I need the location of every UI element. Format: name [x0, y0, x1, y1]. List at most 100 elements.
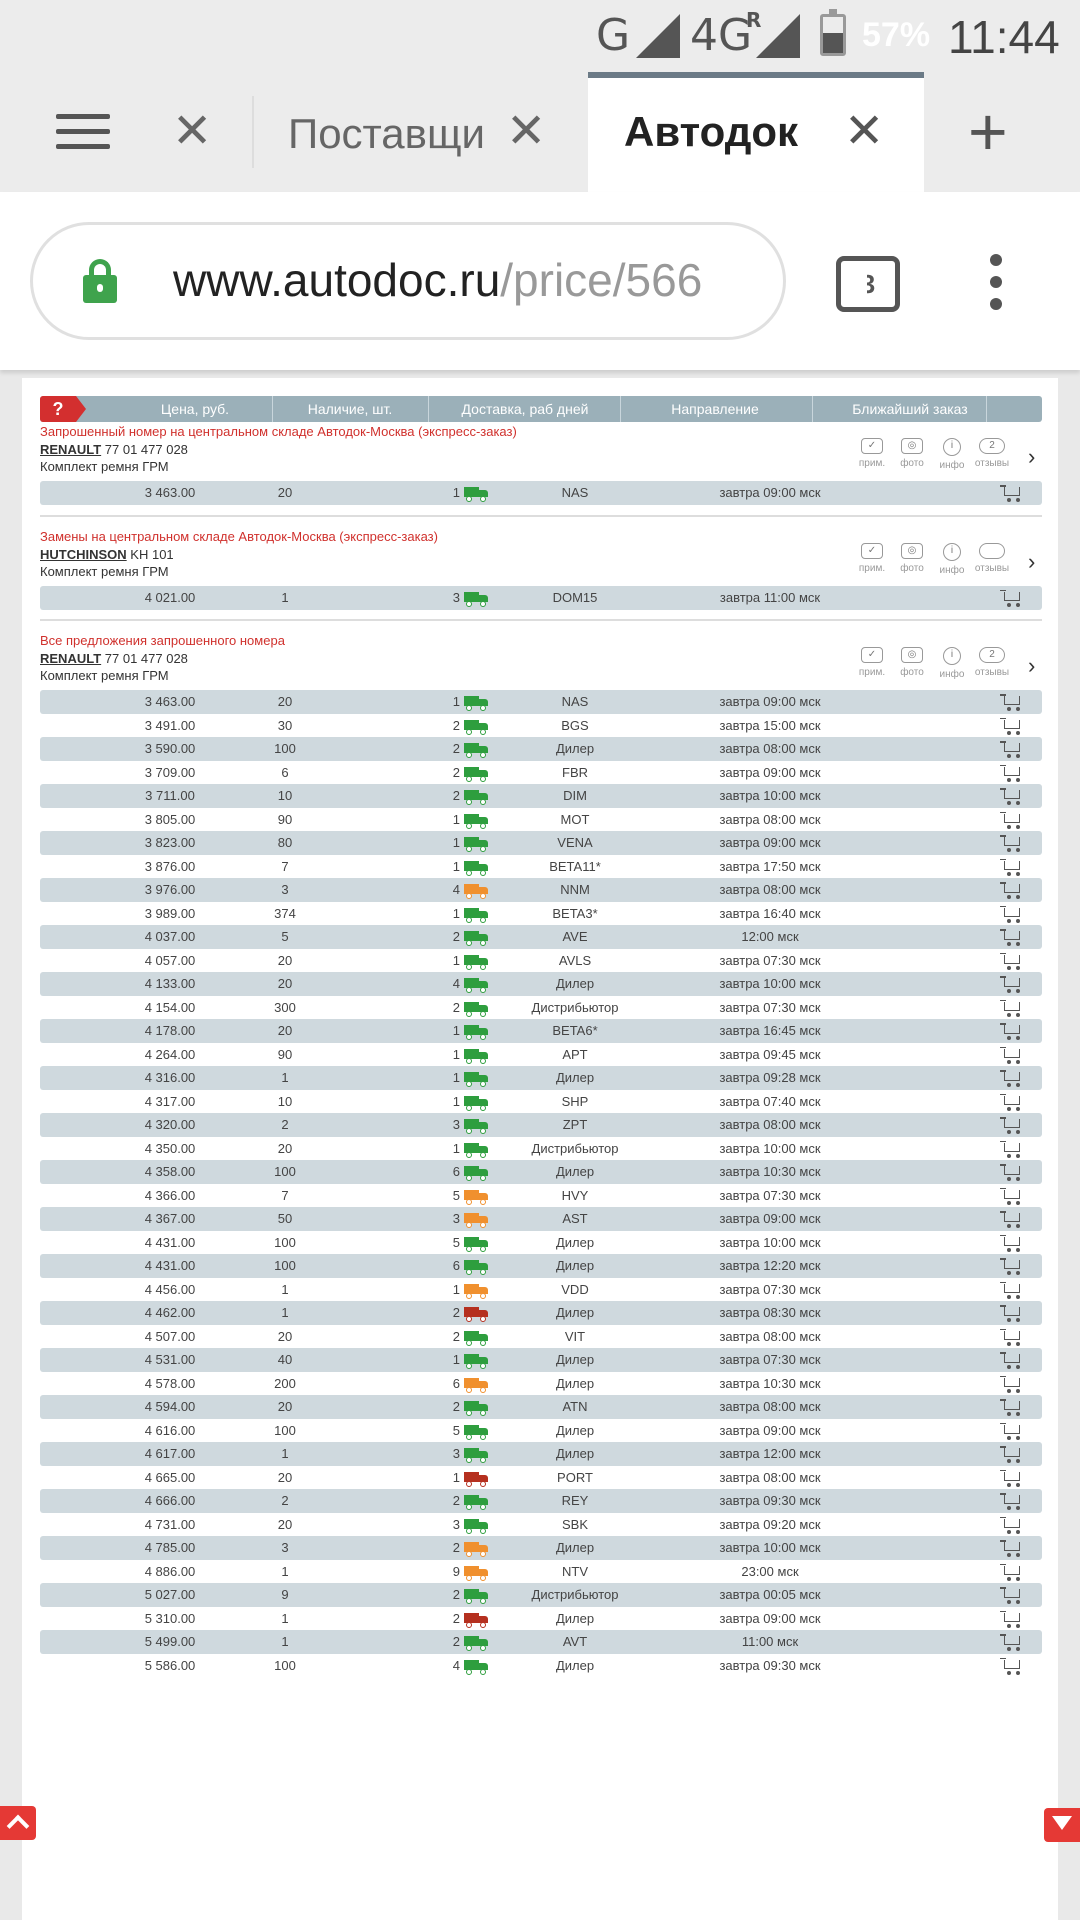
- add-to-cart-icon[interactable]: [1000, 1609, 1024, 1629]
- part-header[interactable]: RENAULT 77 01 477 028: [40, 442, 188, 457]
- add-to-cart-icon[interactable]: [1000, 1233, 1024, 1253]
- brand-name[interactable]: RENAULT: [40, 442, 101, 457]
- add-to-cart-icon[interactable]: [1000, 1280, 1024, 1300]
- table-row[interactable]: 3 711.00 10 2 DIM завтра 10:00 мск: [40, 784, 1042, 808]
- add-to-cart-icon[interactable]: [1000, 786, 1024, 806]
- add-to-cart-icon[interactable]: [1000, 1491, 1024, 1511]
- more-options-icon[interactable]: [990, 254, 1002, 310]
- table-row[interactable]: 4 665.00 20 1 PORT завтра 08:00 мск: [40, 1466, 1042, 1490]
- add-to-cart-icon[interactable]: [1000, 951, 1024, 971]
- photo-icon[interactable]: ◎ фото: [892, 542, 932, 574]
- info-icon[interactable]: i инфо: [932, 438, 972, 471]
- table-row[interactable]: 4 057.00 20 1 AVLS завтра 07:30 мск: [40, 949, 1042, 973]
- add-to-cart-icon[interactable]: [1000, 1468, 1024, 1488]
- table-row[interactable]: 4 617.00 1 3 Дилер завтра 12:00 мск: [40, 1442, 1042, 1466]
- column-delivery[interactable]: Доставка, раб дней: [430, 401, 620, 417]
- filter-button[interactable]: [1044, 1808, 1080, 1842]
- add-to-cart-icon[interactable]: [1000, 1421, 1024, 1441]
- add-to-cart-icon[interactable]: [1000, 1045, 1024, 1065]
- info-icon[interactable]: i инфо: [932, 542, 972, 576]
- add-to-cart-icon[interactable]: [1000, 998, 1024, 1018]
- reviews-icon[interactable]: 2 отзывы: [972, 438, 1012, 469]
- add-to-cart-icon[interactable]: [1000, 1327, 1024, 1347]
- add-to-cart-icon[interactable]: [1000, 1538, 1024, 1558]
- table-row[interactable]: 5 027.00 9 2 Дистрибьютор завтра 00:05 мск: [40, 1583, 1042, 1607]
- add-to-cart-icon[interactable]: [1000, 1162, 1024, 1182]
- table-row[interactable]: 4 358.00 100 6 Дилер завтра 10:30 мск: [40, 1160, 1042, 1184]
- reviews-icon[interactable]: отзывы: [972, 542, 1012, 574]
- table-row[interactable]: 4 431.00 100 5 Дилер завтра 10:00 мск: [40, 1231, 1042, 1255]
- add-to-cart-icon[interactable]: [1000, 1186, 1024, 1206]
- table-row[interactable]: 3 823.00 80 1 VENA завтра 09:00 мск: [40, 831, 1042, 855]
- reviews-icon[interactable]: 2 отзывы: [972, 647, 1012, 678]
- table-row[interactable]: 4 456.00 1 1 VDD завтра 07:30 мск: [40, 1278, 1042, 1302]
- expand-arrow-icon[interactable]: ›: [1028, 444, 1035, 470]
- add-to-cart-icon[interactable]: [1000, 1139, 1024, 1159]
- add-to-cart-icon[interactable]: [1000, 1021, 1024, 1041]
- add-to-cart-icon[interactable]: [1000, 1585, 1024, 1605]
- brand-name[interactable]: RENAULT: [40, 651, 101, 666]
- part-header[interactable]: RENAULT 77 01 477 028: [40, 651, 188, 666]
- add-to-cart-icon[interactable]: [1000, 1515, 1024, 1535]
- table-row[interactable]: 5 499.00 1 2 AVT 11:00 мск: [40, 1630, 1042, 1654]
- add-to-cart-icon[interactable]: [1000, 483, 1024, 503]
- add-to-cart-icon[interactable]: [1000, 1209, 1024, 1229]
- table-row[interactable]: 4 320.00 2 3 ZPT завтра 08:00 мск: [40, 1113, 1042, 1137]
- note-icon[interactable]: ✓ прим.: [852, 438, 892, 469]
- expand-arrow-icon[interactable]: ›: [1028, 653, 1035, 679]
- add-to-cart-icon[interactable]: [1000, 833, 1024, 853]
- table-row[interactable]: 3 709.00 6 2 FBR завтра 09:00 мск: [40, 761, 1042, 785]
- column-stock[interactable]: Наличие, шт.: [280, 401, 420, 417]
- table-row[interactable]: 3 805.00 90 1 MOT завтра 08:00 мск: [40, 808, 1042, 832]
- add-to-cart-icon[interactable]: [1000, 927, 1024, 947]
- brand-name[interactable]: HUTCHINSON: [40, 547, 127, 562]
- add-to-cart-icon[interactable]: [1000, 1350, 1024, 1370]
- table-row[interactable]: 4 367.00 50 3 AST завтра 09:00 мск: [40, 1207, 1042, 1231]
- add-to-cart-icon[interactable]: [1000, 716, 1024, 736]
- lock-icon[interactable]: [83, 259, 117, 303]
- table-row[interactable]: 4 666.00 2 2 REY завтра 09:30 мск: [40, 1489, 1042, 1513]
- hamburger-menu-icon[interactable]: [56, 114, 110, 150]
- add-to-cart-icon[interactable]: [1000, 1068, 1024, 1088]
- table-row[interactable]: 5 310.00 1 2 Дилер завтра 09:00 мск: [40, 1607, 1042, 1631]
- add-to-cart-icon[interactable]: [1000, 763, 1024, 783]
- table-row[interactable]: 4 462.00 1 2 Дилер завтра 08:30 мск: [40, 1301, 1042, 1325]
- address-bar[interactable]: www.autodoc.ru/price/566: [30, 222, 786, 340]
- add-to-cart-icon[interactable]: [1000, 588, 1024, 608]
- tab-switcher-button[interactable]: 3: [836, 256, 900, 312]
- table-row[interactable]: 3 989.00 374 1 BETA3* завтра 16:40 мск: [40, 902, 1042, 926]
- column-nearest-order[interactable]: Ближайший заказ: [810, 401, 1010, 417]
- add-to-cart-icon[interactable]: [1000, 1656, 1024, 1676]
- table-row[interactable]: 4 507.00 20 2 VIT завтра 08:00 мск: [40, 1325, 1042, 1349]
- close-tab-icon[interactable]: ✕: [506, 102, 546, 162]
- add-to-cart-icon[interactable]: [1000, 1303, 1024, 1323]
- table-row[interactable]: 4 731.00 20 3 SBK завтра 09:20 мск: [40, 1513, 1042, 1537]
- table-row[interactable]: 4 616.00 100 5 Дилер завтра 09:00 мск: [40, 1419, 1042, 1443]
- new-tab-icon[interactable]: +: [968, 92, 1008, 172]
- table-row[interactable]: 4 431.00 100 6 Дилер завтра 12:20 мск: [40, 1254, 1042, 1278]
- add-to-cart-icon[interactable]: [1000, 1115, 1024, 1135]
- add-to-cart-icon[interactable]: [1000, 1397, 1024, 1417]
- table-row[interactable]: 3 491.00 30 2 BGS завтра 15:00 мск: [40, 714, 1042, 738]
- table-row[interactable]: 5 586.00 100 4 Дилер завтра 09:30 мск: [40, 1654, 1042, 1678]
- table-row[interactable]: 4 886.00 1 9 NTV 23:00 мск: [40, 1560, 1042, 1584]
- photo-icon[interactable]: ◎ фото: [892, 438, 932, 469]
- table-row[interactable]: 4 154.00 300 2 Дистрибьютор завтра 07:30 мск: [40, 996, 1042, 1020]
- table-row[interactable]: 4 264.00 90 1 APT завтра 09:45 мск: [40, 1043, 1042, 1067]
- column-price[interactable]: Цена, руб.: [120, 401, 270, 417]
- photo-icon[interactable]: ◎ фото: [892, 647, 932, 678]
- column-direction[interactable]: Направление: [625, 401, 805, 417]
- table-row[interactable]: 4 531.00 40 1 Дилер завтра 07:30 мск: [40, 1348, 1042, 1372]
- table-row[interactable]: 4 350.00 20 1 Дистрибьютор завтра 10:00 мск: [40, 1137, 1042, 1161]
- add-to-cart-icon[interactable]: [1000, 904, 1024, 924]
- table-row[interactable]: 4 316.00 1 1 Дилер завтра 09:28 мск: [40, 1066, 1042, 1090]
- tab-suppliers[interactable]: Поставщи: [288, 110, 484, 158]
- expand-arrow-icon[interactable]: ›: [1028, 549, 1035, 575]
- part-header[interactable]: HUTCHINSON KH 101: [40, 547, 174, 562]
- add-to-cart-icon[interactable]: [1000, 1444, 1024, 1464]
- scroll-up-button[interactable]: [0, 1806, 36, 1840]
- table-row[interactable]: 4 021.00 1 3 DOM15 завтра 11:00 мск: [40, 585, 1042, 610]
- table-row[interactable]: 4 133.00 20 4 Дилер завтра 10:00 мск: [40, 972, 1042, 996]
- table-row[interactable]: 4 037.00 5 2 AVE 12:00 мск: [40, 925, 1042, 949]
- add-to-cart-icon[interactable]: [1000, 810, 1024, 830]
